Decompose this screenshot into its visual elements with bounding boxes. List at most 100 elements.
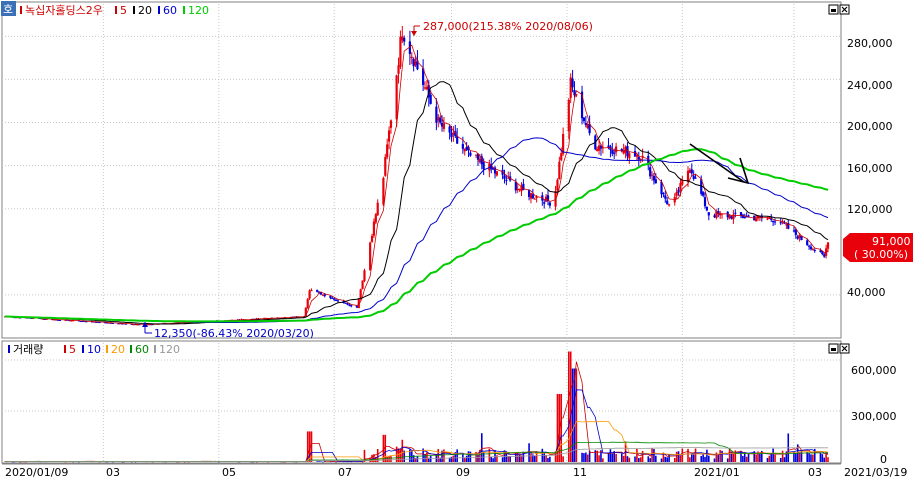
close-icon[interactable] [839, 343, 850, 354]
volume-bar [689, 457, 691, 462]
volume-bar [781, 450, 784, 462]
candle-body [395, 75, 398, 120]
volume-bar [655, 455, 657, 462]
minimize-icon[interactable] [828, 343, 839, 354]
volume-bar [562, 456, 564, 462]
candle-body [635, 155, 639, 157]
legend-ma60: 60 [163, 4, 177, 17]
volume-bar [721, 450, 723, 462]
candle-body [615, 146, 618, 153]
volume-bar [766, 457, 769, 462]
legend-vol5: 5 [69, 343, 76, 356]
volume-bar [480, 433, 483, 462]
candle-body [809, 246, 813, 250]
volume-bar [783, 457, 786, 462]
volume-bar [611, 453, 614, 462]
candle-body [755, 218, 758, 222]
volume-bar [694, 448, 697, 462]
volume-bar [675, 451, 678, 462]
last-price-box: 91,000 ( 30.00%) [843, 233, 913, 262]
volume-bar [477, 454, 479, 462]
volume-bar [467, 451, 470, 462]
candle-body [779, 222, 782, 224]
volume-bar [728, 448, 731, 462]
volume-bar [490, 456, 493, 462]
candle-body [558, 161, 561, 180]
candle-body [811, 248, 814, 250]
volume-bar [586, 454, 589, 462]
candle-body [384, 157, 387, 176]
candle-body [361, 280, 364, 289]
candle-body [316, 289, 319, 292]
candle-body [474, 154, 478, 156]
volume-bar [568, 351, 570, 462]
volume-bar [732, 453, 735, 462]
candle-body [425, 86, 429, 90]
volume-bar [641, 450, 644, 462]
volume-y-axis: 600,000 300,000 0 [851, 364, 897, 466]
candle-body [628, 153, 631, 159]
stock-chart: 287,000(215.38% 2020/08/06) 12,350(-86.4… [1, 1, 913, 479]
candle-body [363, 270, 366, 281]
candle-body [369, 242, 372, 271]
legend-marker [133, 6, 135, 14]
candle-body [389, 120, 393, 128]
candle-body [823, 254, 826, 257]
price-panel-frame [1, 1, 842, 339]
candle-body [707, 212, 710, 216]
candle-body [376, 202, 379, 216]
candle-body [613, 152, 616, 154]
candle-body [516, 188, 519, 191]
volume-bar [660, 458, 663, 462]
candle-body [807, 245, 811, 247]
volume-bar [740, 451, 742, 462]
candle-body [728, 215, 731, 219]
y-tick-label: 280,000 [847, 37, 893, 50]
volume-bar [573, 368, 576, 462]
candle-body [548, 202, 551, 206]
candle-body [596, 148, 599, 152]
volume-bar [664, 456, 667, 462]
volume-bar [628, 457, 631, 462]
candle-body [482, 162, 485, 170]
volume-bar [585, 452, 587, 462]
candle-body [633, 150, 637, 157]
volume-bar [596, 450, 598, 462]
y-tick-label: 300,000 [851, 410, 897, 423]
candle-body [372, 221, 376, 236]
close-icon[interactable] [839, 4, 850, 15]
volume-panel-frame [1, 340, 842, 464]
y-tick-label: 240,000 [847, 79, 893, 92]
volume-bar [560, 394, 563, 462]
legend-marker [158, 6, 160, 14]
candle-body [705, 206, 709, 211]
candle-body [768, 218, 771, 220]
candle-body [414, 61, 417, 66]
candle-body [382, 177, 385, 205]
legend-marker [154, 345, 156, 353]
volume-bar [768, 455, 771, 462]
candle-body [679, 183, 682, 191]
candle-body [785, 224, 788, 226]
volume-bar [463, 458, 466, 462]
legend-volume: 거래량 [13, 343, 43, 356]
volume-bar [549, 456, 551, 462]
volume-bar [649, 458, 651, 462]
legend-vol20: 20 [111, 343, 125, 356]
volume-bar [742, 455, 744, 462]
x-end-label: 2021/03/19 [844, 466, 907, 479]
candle-body [448, 126, 451, 133]
candle-body [571, 78, 574, 88]
minimize-icon[interactable] [828, 4, 839, 15]
candle-body [666, 200, 669, 205]
candle-body [387, 130, 391, 142]
legend-ma20: 20 [138, 4, 152, 17]
candle-body [826, 242, 830, 249]
volume-bar [638, 458, 640, 462]
candle-body [556, 179, 559, 191]
candle-body [569, 77, 572, 98]
candle-body [654, 179, 657, 184]
x-tick-label: 03 [106, 466, 120, 479]
y-tick-label: 120,000 [847, 203, 893, 216]
legend-ma5: 5 [120, 4, 127, 17]
